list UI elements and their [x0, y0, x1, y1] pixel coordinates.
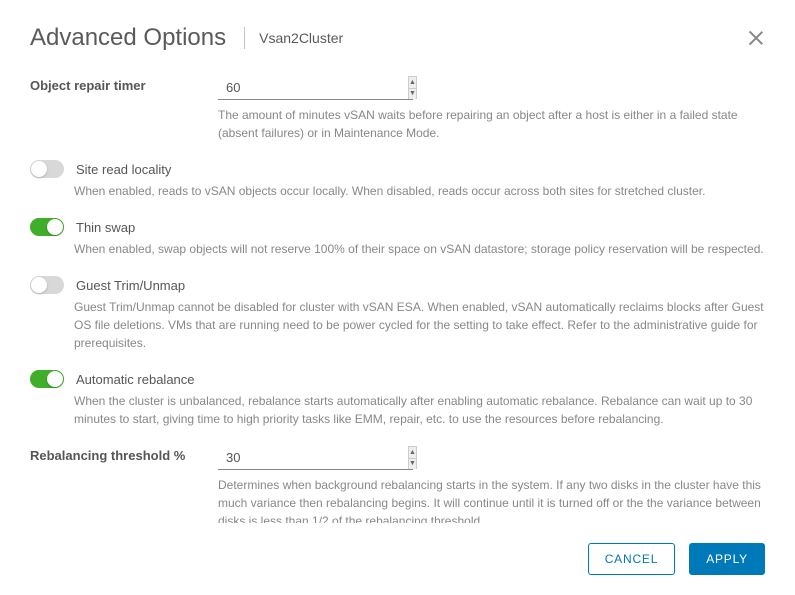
site-read-locality-row: Site read locality When enabled, reads t…	[30, 160, 765, 200]
cancel-button[interactable]: CANCEL	[588, 543, 675, 575]
auto-rebalance-label: Automatic rebalance	[76, 372, 195, 387]
stepper-down-icon[interactable]: ▼	[409, 89, 416, 100]
object-repair-label: Object repair timer	[30, 78, 146, 93]
dialog-title: Advanced Options	[30, 24, 226, 52]
close-icon[interactable]	[747, 29, 765, 47]
guest-trim-row: Guest Trim/Unmap Guest Trim/Unmap cannot…	[30, 276, 765, 352]
rebalance-threshold-label: Rebalancing threshold %	[30, 448, 185, 463]
header-divider	[244, 27, 245, 49]
object-repair-desc: The amount of minutes vSAN waits before …	[218, 106, 765, 142]
dialog-header: Advanced Options Vsan2Cluster	[30, 24, 765, 52]
site-read-locality-toggle[interactable]	[30, 160, 64, 178]
guest-trim-desc: Guest Trim/Unmap cannot be disabled for …	[74, 298, 765, 352]
advanced-options-dialog: Advanced Options Vsan2Cluster Object rep…	[0, 0, 795, 595]
guest-trim-label: Guest Trim/Unmap	[76, 278, 185, 293]
auto-rebalance-toggle[interactable]	[30, 370, 64, 388]
object-repair-input[interactable]	[218, 76, 408, 99]
stepper-down-icon[interactable]: ▼	[409, 459, 416, 470]
object-repair-spinner[interactable]: ▲ ▼	[218, 76, 413, 100]
stepper-buttons: ▲ ▼	[408, 446, 417, 469]
thin-swap-toggle[interactable]	[30, 218, 64, 236]
stepper-up-icon[interactable]: ▲	[409, 447, 416, 459]
thin-swap-label: Thin swap	[76, 220, 135, 235]
stepper-buttons: ▲ ▼	[408, 76, 417, 99]
thin-swap-row: Thin swap When enabled, swap objects wil…	[30, 218, 765, 258]
rebalance-threshold-row: Rebalancing threshold % ▲ ▼ Determines w…	[30, 446, 765, 523]
dialog-footer: CANCEL APPLY	[30, 523, 765, 575]
cluster-name: Vsan2Cluster	[259, 30, 343, 46]
site-read-locality-label: Site read locality	[76, 162, 171, 177]
auto-rebalance-desc: When the cluster is unbalanced, rebalanc…	[74, 392, 765, 428]
rebalance-threshold-input[interactable]	[218, 446, 408, 469]
thin-swap-desc: When enabled, swap objects will not rese…	[74, 240, 765, 258]
site-read-locality-desc: When enabled, reads to vSAN objects occu…	[74, 182, 765, 200]
guest-trim-toggle[interactable]	[30, 276, 64, 294]
apply-button[interactable]: APPLY	[689, 543, 765, 575]
rebalance-threshold-desc: Determines when background rebalancing s…	[218, 476, 765, 523]
rebalance-threshold-spinner[interactable]: ▲ ▼	[218, 446, 413, 470]
object-repair-row: Object repair timer ▲ ▼ The amount of mi…	[30, 76, 765, 142]
dialog-content: Object repair timer ▲ ▼ The amount of mi…	[30, 76, 765, 523]
auto-rebalance-row: Automatic rebalance When the cluster is …	[30, 370, 765, 428]
stepper-up-icon[interactable]: ▲	[409, 77, 416, 89]
